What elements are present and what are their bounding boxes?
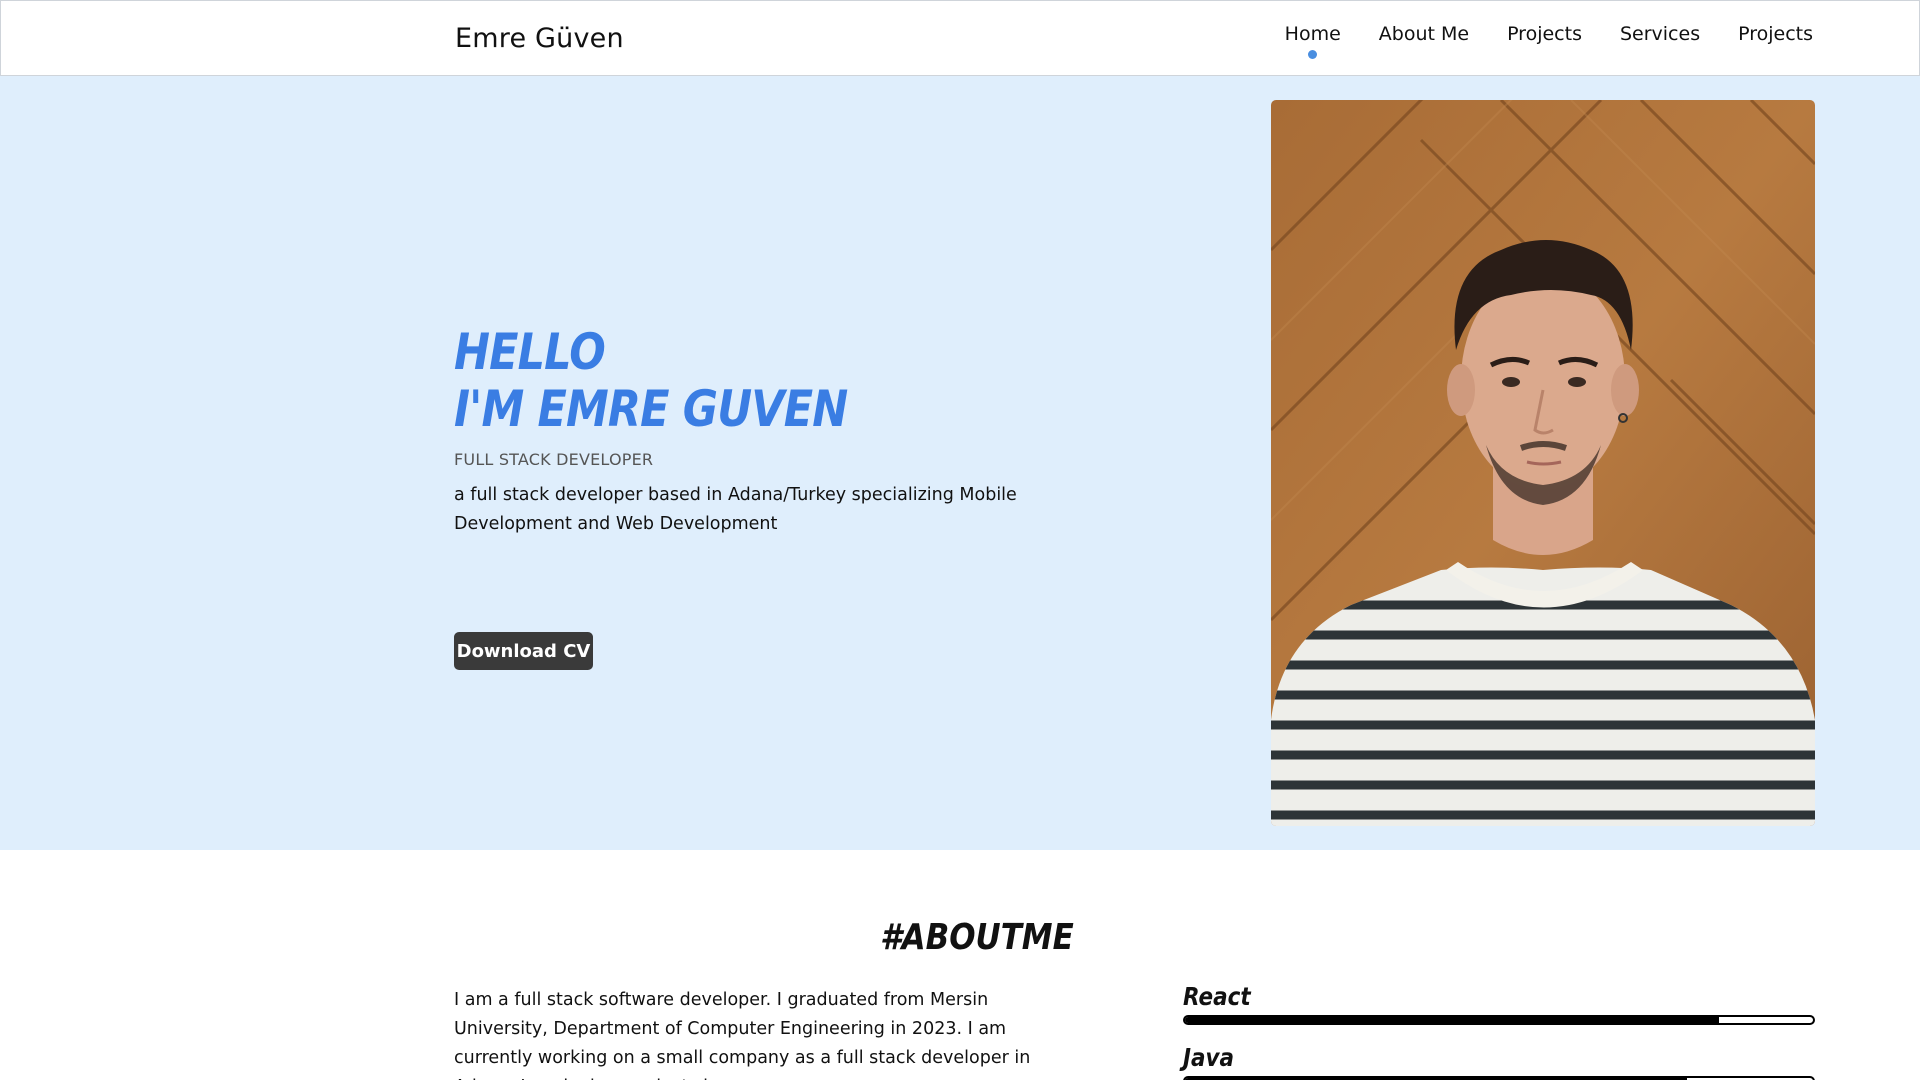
nav-item-home-label: Home	[1284, 23, 1341, 45]
nav-item-services[interactable]: Services	[1620, 23, 1700, 45]
hero-role: FULL STACK DEVELOPER	[454, 450, 654, 469]
about-section-title: #ABOUTME	[880, 917, 1074, 958]
nav-item-about-me[interactable]: About Me	[1379, 23, 1469, 45]
about-text: I am a full stack software developer. I …	[454, 990, 1031, 1080]
hero-title: HELLO I'M EMRE GUVEN	[454, 323, 848, 438]
download-cv-button[interactable]: Download CV	[454, 632, 593, 670]
nav-item-projects-label: Projects	[1507, 23, 1582, 45]
skill-progress-track-java	[1183, 1076, 1815, 1080]
profile-photo	[1271, 100, 1815, 826]
main-nav: Home About Me Projects Services Projects	[1284, 23, 1813, 59]
hero-description: a full stack developer based in Adana/Tu…	[454, 485, 1017, 534]
hero-title-line-1: HELLO	[454, 323, 606, 381]
nav-item-projects-2-label: Projects	[1738, 23, 1813, 45]
nav-item-projects[interactable]: Projects	[1507, 23, 1582, 45]
skill-item-react: React	[1183, 982, 1815, 1025]
skill-item-java: Java	[1183, 1043, 1815, 1080]
nav-item-services-label: Services	[1619, 23, 1701, 45]
skill-name-react: React	[1183, 982, 1251, 1011]
active-indicator-dot	[1308, 50, 1318, 59]
brand-name[interactable]: Emre Güven	[455, 23, 624, 54]
skill-progress-track-react	[1183, 1015, 1815, 1025]
navbar: Emre Güven Home About Me Projects Servic…	[0, 0, 1920, 76]
skill-progress-fill-react	[1185, 1017, 1719, 1023]
nav-item-home[interactable]: Home	[1284, 23, 1341, 59]
nav-item-about-me-label: About Me	[1378, 23, 1470, 45]
skills-list: React Java	[1183, 982, 1815, 1080]
nav-item-projects-2[interactable]: Projects	[1738, 23, 1813, 45]
hero-title-line-2: I'M EMRE GUVEN	[454, 380, 848, 438]
skill-name-java: Java	[1183, 1043, 1235, 1072]
